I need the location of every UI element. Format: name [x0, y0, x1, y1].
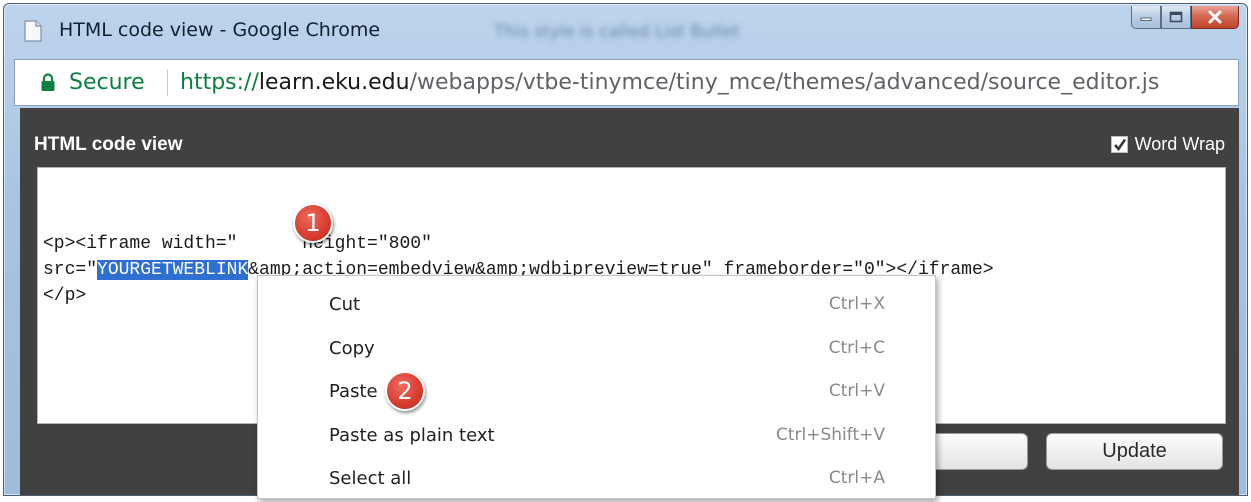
secure-label[interactable]: Secure [69, 70, 145, 95]
url-path: /webapps/vtbe-tinymce/tiny_mce/themes/ad… [409, 70, 1160, 95]
title-bar[interactable]: HTML code view - Google Chrome This styl… [4, 4, 1247, 58]
address-divider [167, 69, 168, 96]
menu-item-copy[interactable]: Copy Ctrl+C [258, 328, 935, 372]
update-button[interactable]: Update [1046, 433, 1223, 470]
menu-item-label: Cut [329, 294, 361, 315]
menu-item-shortcut: Ctrl+C [828, 338, 885, 358]
dialog-title: HTML code view [34, 134, 183, 155]
minimize-icon [1140, 17, 1152, 21]
url-host: learn.eku.edu [258, 70, 410, 95]
menu-item-shortcut: Ctrl+X [828, 294, 885, 314]
menu-item-cut[interactable]: Cut Ctrl+X [258, 284, 935, 328]
code-text: <p><iframe width=" [43, 234, 238, 254]
minimize-button[interactable] [1131, 6, 1161, 29]
code-text: src=" [43, 260, 98, 280]
window-title: HTML code view - Google Chrome [59, 19, 381, 41]
menu-item-select-all[interactable]: Select all Ctrl+A [258, 458, 935, 502]
menu-item-label: Paste as plain text [329, 425, 495, 446]
maximize-icon [1169, 11, 1183, 23]
menu-item-shortcut: Ctrl+A [828, 468, 885, 488]
context-menu: Cut Ctrl+X Copy Ctrl+C Paste Ctrl+V Past… [257, 275, 936, 499]
url-text[interactable]: https://learn.eku.edu/webapps/vtbe-tinym… [180, 70, 1159, 95]
selected-placeholder-text[interactable]: YOURGETWEBLINK [97, 260, 249, 280]
menu-item-label: Copy [329, 338, 375, 359]
menu-item-shortcut: Ctrl+Shift+V [775, 425, 885, 445]
menu-item-shortcut: Ctrl+V [828, 381, 885, 401]
close-button[interactable] [1191, 6, 1239, 29]
menu-item-paste-plain-text[interactable]: Paste as plain text Ctrl+Shift+V [258, 415, 935, 459]
code-line-1: <p><iframe width=" height="800" [43, 231, 1225, 257]
url-scheme: https:// [180, 70, 259, 95]
lock-icon [41, 73, 55, 91]
menu-item-label: Paste [329, 381, 378, 402]
step-callout-1: 1 [293, 203, 333, 243]
document-icon [24, 20, 42, 42]
window-controls [1131, 6, 1239, 32]
checkbox-checked-icon[interactable] [1110, 136, 1128, 153]
word-wrap-checkbox[interactable]: Word Wrap [1110, 134, 1225, 155]
word-wrap-label: Word Wrap [1134, 134, 1225, 154]
menu-item-label: Select all [329, 468, 412, 489]
address-bar[interactable]: Secure https://learn.eku.edu/webapps/vtb… [14, 59, 1239, 106]
code-gap [237, 234, 302, 254]
background-tab-title: This style is called List Bullet [494, 22, 740, 42]
menu-item-paste[interactable]: Paste Ctrl+V [258, 371, 935, 415]
close-icon [1208, 10, 1222, 24]
maximize-button[interactable] [1161, 6, 1191, 29]
update-button-label: Update [1102, 440, 1167, 462]
step-callout-2: 2 [385, 371, 425, 411]
